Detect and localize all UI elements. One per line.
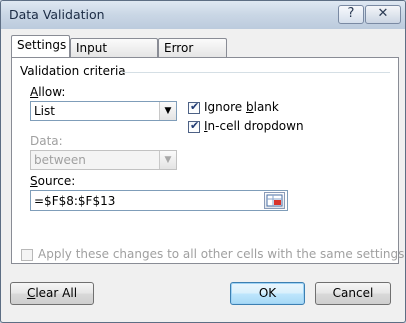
in-cell-dropdown-label[interactable]: In-cell dropdown [204,119,304,133]
range-select-icon[interactable] [264,192,285,209]
close-button[interactable]: ✕ [365,5,401,24]
tab-settings[interactable]: Settings [11,35,70,57]
group-title-validation-criteria: Validation criteria [20,64,126,78]
apply-all-label: Apply these changes to all other cells w… [38,247,405,261]
chevron-down-icon: ▼ [159,151,176,169]
apply-all-checkbox [21,249,33,261]
data-select-value: between [34,153,86,167]
settings-panel: Validation criteria Allow: List ▼ ✔ Igno… [11,57,404,264]
tab-input-message[interactable]: Input Message [70,38,158,74]
data-validation-dialog: Data Validation ? ✕ Settings Input Messa… [0,0,406,323]
checkmark-icon: ✔ [190,100,200,113]
tab-settings-label: Settings [17,38,67,52]
ignore-blank-label[interactable]: Ignore blank [204,100,279,114]
source-label: Source: [30,174,76,188]
cancel-button[interactable]: Cancel [315,282,391,305]
title-bar[interactable]: Data Validation ? ✕ [1,1,405,29]
group-divider [122,72,390,73]
tab-error-alert[interactable]: Error Alert [158,38,227,74]
ok-button[interactable]: OK [230,282,305,305]
allow-label: Allow: [30,85,66,99]
window-title: Data Validation [9,7,105,22]
chevron-down-icon[interactable]: ▼ [159,102,176,120]
clear-all-button[interactable]: Clear All [10,282,94,305]
ignore-blank-checkbox[interactable]: ✔ [188,100,200,114]
dialog-client: Settings Input Message Error Alert Valid… [8,31,404,315]
data-label: Data: [30,134,63,148]
checkmark-icon: ✔ [190,119,200,132]
source-input[interactable]: =$F$8:$F$13 [30,190,288,211]
in-cell-dropdown-checkbox[interactable]: ✔ [188,119,200,133]
help-button[interactable]: ? [338,5,364,24]
allow-select[interactable]: List ▼ [30,101,177,121]
data-select: between ▼ [30,150,177,170]
range-select-icon-graphic [266,194,283,207]
allow-select-value: List [34,104,55,118]
source-input-value: =$F$8:$F$13 [34,194,116,208]
